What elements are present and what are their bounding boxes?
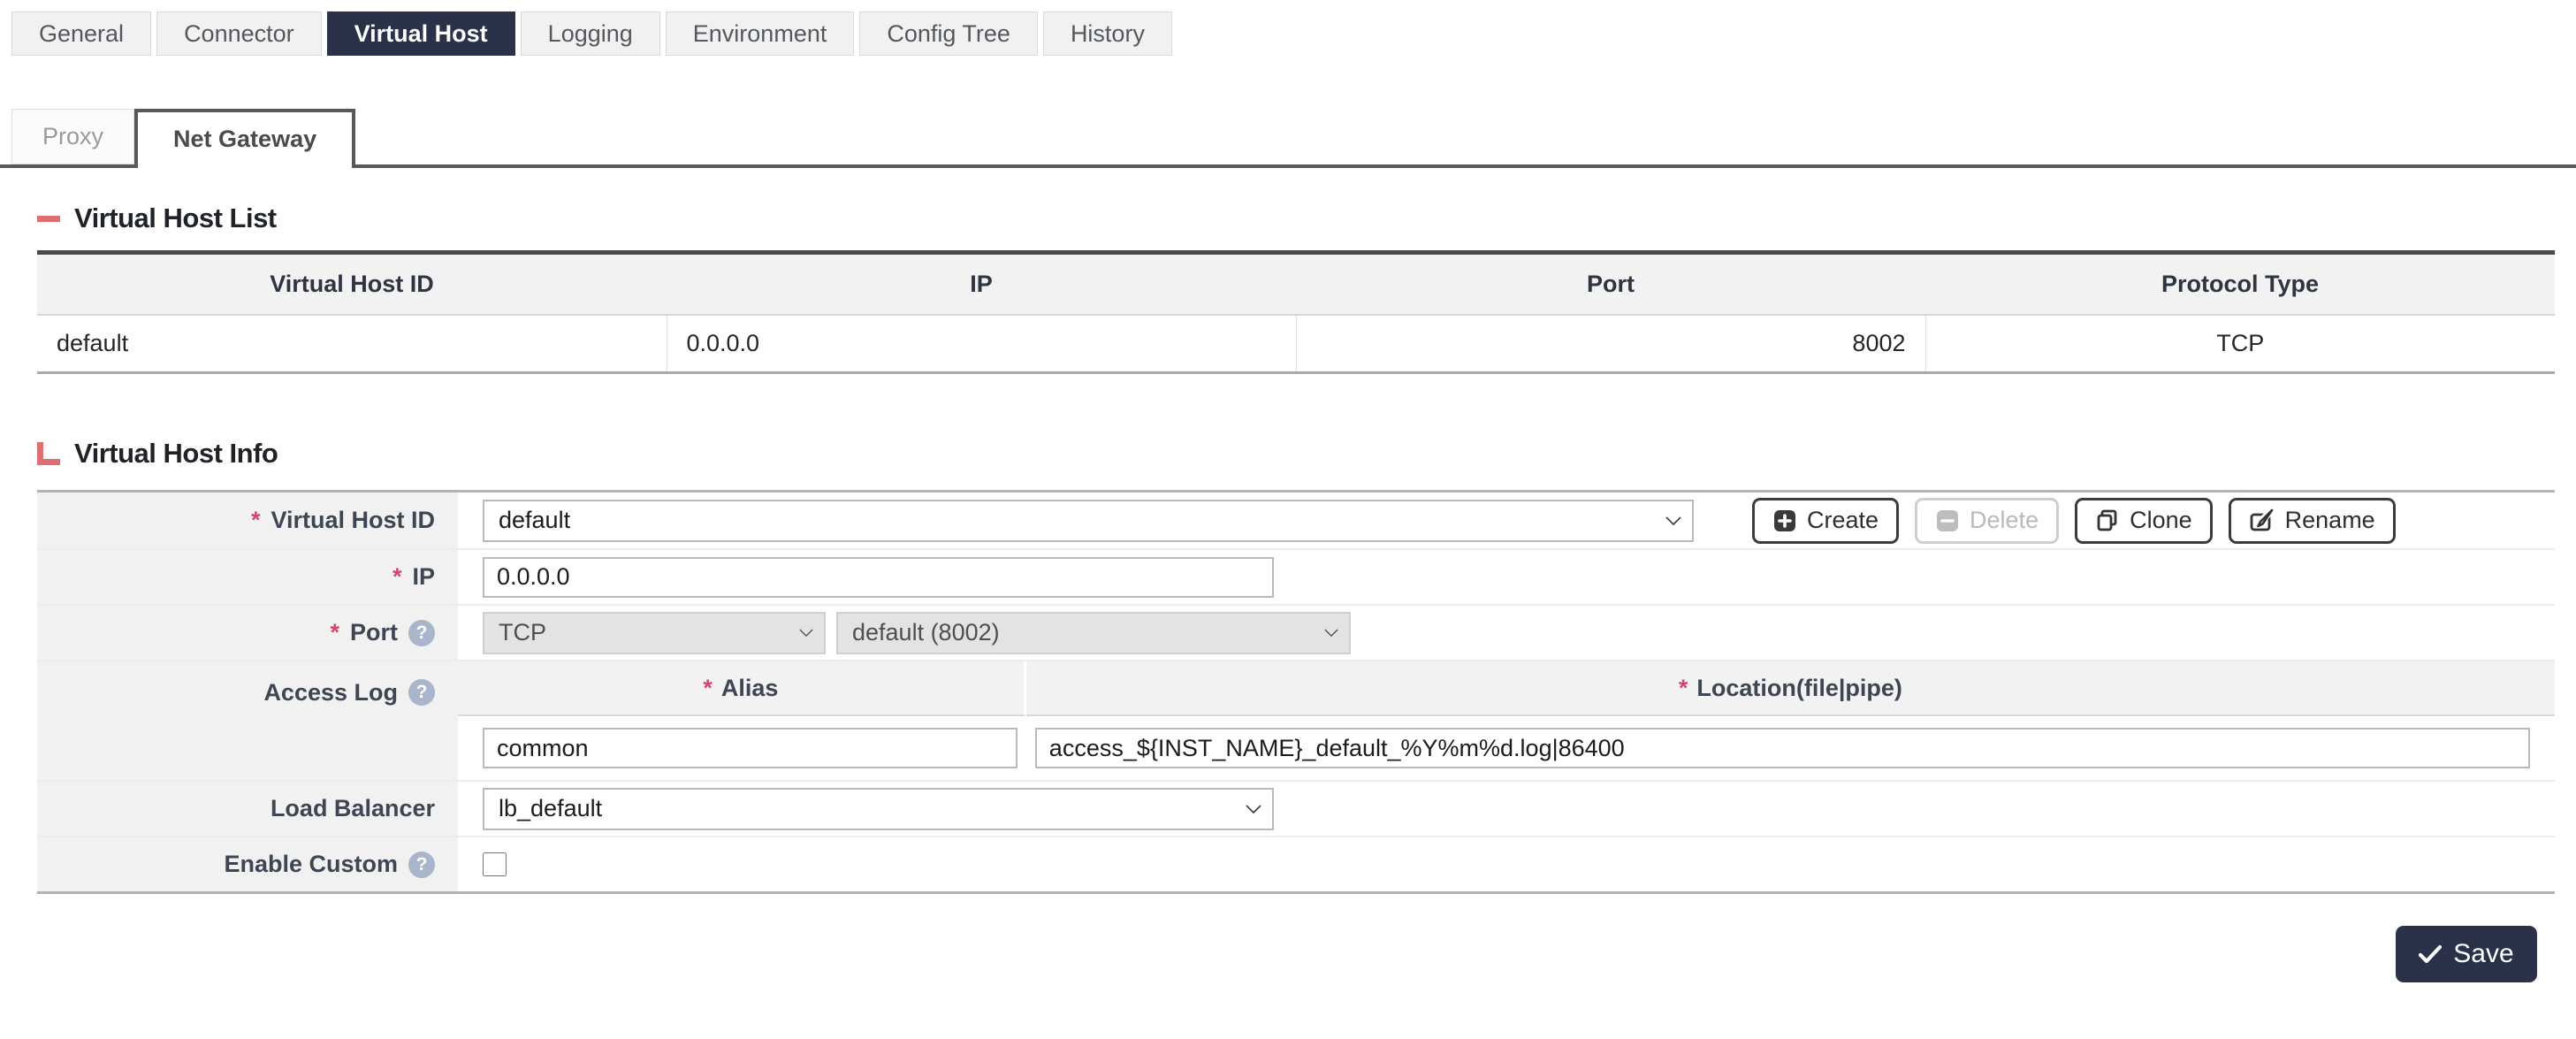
clone-button[interactable]: Clone: [2075, 498, 2213, 544]
check-icon: [2419, 944, 2442, 964]
table-header-row: Virtual Host ID IP Port Protocol Type: [37, 253, 2555, 315]
section-dash-icon: [37, 207, 60, 230]
save-button[interactable]: Save: [2396, 926, 2537, 982]
table-row[interactable]: default 0.0.0.0 8002 TCP: [37, 315, 2555, 373]
required-marker: *: [703, 675, 713, 702]
cell-virtual-host-id[interactable]: default: [37, 315, 667, 373]
tab-environment[interactable]: Environment: [666, 11, 855, 56]
save-row: Save: [0, 926, 2537, 982]
ip-input[interactable]: [483, 557, 1274, 598]
row-ip: * IP: [37, 548, 2555, 604]
copy-icon: [2095, 508, 2120, 533]
tab-config-tree[interactable]: Config Tree: [859, 11, 1038, 56]
port-help-icon[interactable]: ?: [408, 620, 435, 646]
virtual-host-id-select[interactable]: default: [483, 500, 1694, 542]
tab-logging[interactable]: Logging: [521, 11, 660, 56]
chevron-down-icon: [799, 629, 813, 638]
cell-protocol-type[interactable]: TCP: [1925, 315, 2555, 373]
column-header-virtual-host-id: Virtual Host ID: [37, 253, 667, 315]
enable-custom-checkbox[interactable]: [483, 852, 507, 876]
cell-port[interactable]: 8002: [1296, 315, 1925, 373]
row-load-balancer: Load Balancer lb_default: [37, 780, 2555, 836]
edit-icon: [2249, 508, 2275, 533]
column-header-port: Port: [1296, 253, 1925, 315]
port-listener-value: default (8002): [852, 619, 1000, 646]
tab-connector[interactable]: Connector: [156, 11, 322, 56]
load-balancer-select[interactable]: lb_default: [483, 788, 1274, 830]
required-marker: *: [1679, 675, 1688, 702]
required-marker: *: [251, 507, 261, 534]
tab-general[interactable]: General: [11, 11, 151, 56]
port-protocol-select[interactable]: TCP: [483, 612, 826, 654]
virtual-host-list-title: Virtual Host List: [74, 202, 277, 234]
chevron-down-icon: [1246, 805, 1261, 814]
tab-virtual-host[interactable]: Virtual Host: [327, 11, 515, 56]
cell-ip[interactable]: 0.0.0.0: [667, 315, 1296, 373]
main-tabbar: General Connector Virtual Host Logging E…: [11, 11, 2576, 56]
load-balancer-label: Load Balancer: [37, 782, 458, 836]
subtab-proxy[interactable]: Proxy: [11, 109, 134, 164]
subtab-net-gateway[interactable]: Net Gateway: [134, 109, 355, 168]
port-label: * Port ?: [37, 606, 458, 660]
row-enable-custom: Enable Custom ?: [37, 836, 2555, 891]
virtual-host-info-title: Virtual Host Info: [74, 438, 278, 470]
chevron-down-icon: [1665, 516, 1681, 526]
port-listener-select[interactable]: default (8002): [836, 612, 1351, 654]
virtual-host-list-header: Virtual Host List: [37, 202, 2576, 234]
enable-custom-help-icon[interactable]: ?: [408, 852, 435, 878]
alias-column-header: * Alias: [458, 661, 1026, 716]
enable-custom-label: Enable Custom ?: [37, 837, 458, 891]
access-log-location-input[interactable]: [1035, 728, 2530, 768]
sub-tabbar: Proxy Net Gateway: [0, 109, 2576, 168]
plus-square-icon: [1772, 508, 1797, 533]
virtual-host-list-table: Virtual Host ID IP Port Protocol Type de…: [37, 250, 2555, 374]
row-port: * Port ? TCP default (8002): [37, 604, 2555, 660]
location-column-header: * Location(file|pipe): [1026, 661, 2555, 716]
virtual-host-info-header: Virtual Host Info: [37, 438, 2576, 470]
access-log-alias-input[interactable]: [483, 728, 1017, 768]
port-protocol-value: TCP: [499, 619, 546, 646]
row-access-log: Access Log ? * Alias * Location(file|pip…: [37, 660, 2555, 780]
virtual-host-id-label: * Virtual Host ID: [37, 493, 458, 548]
access-log-subtable: * Alias * Location(file|pipe): [458, 661, 2555, 780]
virtual-host-id-select-value: default: [499, 507, 570, 534]
access-log-label: Access Log ?: [37, 661, 458, 780]
column-header-protocol-type: Protocol Type: [1925, 253, 2555, 315]
load-balancer-value: lb_default: [499, 795, 602, 822]
section-corner-icon: [37, 442, 60, 465]
virtual-host-actions: Create Delete Clone Rename: [1752, 498, 2396, 544]
column-header-ip: IP: [667, 253, 1296, 315]
create-button[interactable]: Create: [1752, 498, 1899, 544]
access-log-help-icon[interactable]: ?: [408, 679, 435, 706]
delete-button[interactable]: Delete: [1915, 498, 2059, 544]
minus-square-icon: [1935, 508, 1960, 533]
ip-label: * IP: [37, 550, 458, 604]
tab-history[interactable]: History: [1043, 11, 1172, 56]
virtual-host-info-form: * Virtual Host ID default Create Delete: [37, 490, 2555, 894]
chevron-down-icon: [1324, 629, 1338, 638]
row-virtual-host-id: * Virtual Host ID default Create Delete: [37, 493, 2555, 548]
required-marker: *: [392, 563, 402, 591]
rename-button[interactable]: Rename: [2229, 498, 2396, 544]
required-marker: *: [330, 619, 339, 646]
